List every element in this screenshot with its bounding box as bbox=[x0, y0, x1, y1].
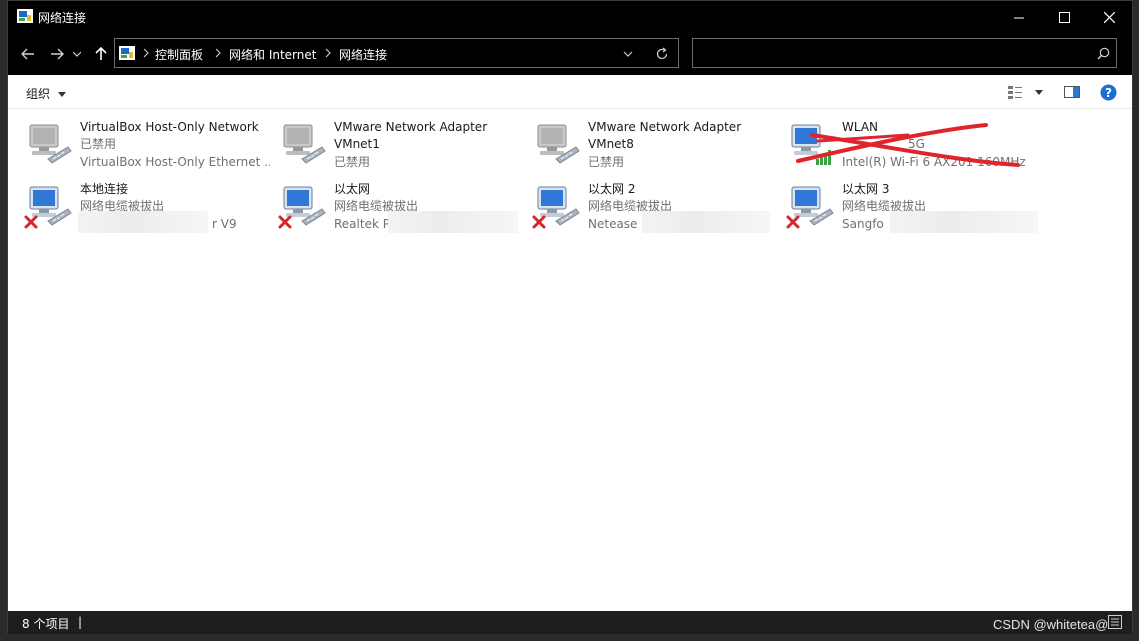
title-bar[interactable]: 网络连接 bbox=[8, 1, 1132, 33]
view-options-caret-icon[interactable] bbox=[1035, 90, 1043, 95]
connection-status: 已禁用 bbox=[80, 137, 117, 151]
maximize-icon bbox=[1058, 11, 1070, 23]
control-panel-icon bbox=[119, 46, 135, 60]
arrow-left-icon bbox=[21, 48, 34, 60]
arrow-up-icon bbox=[95, 47, 107, 60]
connection-wlan[interactable]: WLAN 5G Intel(R) Wi-Fi 6 AX201 160MHz bbox=[778, 117, 1038, 175]
minimize-icon bbox=[1013, 17, 1024, 18]
connection-virtualbox[interactable]: VirtualBox Host-Only Network 已禁用 Virtual… bbox=[16, 117, 270, 175]
network-adapter-disabled-icon bbox=[537, 124, 580, 164]
connection-status: 已禁用 bbox=[588, 155, 625, 169]
connection-name-line2: VMnet8 bbox=[588, 137, 634, 151]
connection-status: 已禁用 bbox=[334, 155, 371, 169]
connection-ethernet[interactable]: 以太网 网络电缆被拔出 Realtek P bbox=[270, 179, 520, 237]
connection-device: VirtualBox Host-Only Ethernet ... bbox=[80, 155, 270, 169]
address-dropdown-icon[interactable] bbox=[623, 51, 633, 58]
status-separator: | bbox=[78, 615, 83, 629]
change-view-icon[interactable] bbox=[1008, 85, 1024, 99]
watermark: CSDN @whitetea@ bbox=[993, 617, 1109, 632]
breadcrumb-network-connections[interactable]: 网络连接 bbox=[339, 46, 387, 63]
redaction-blur bbox=[388, 211, 518, 233]
connection-name: 以太网 2 bbox=[588, 182, 636, 196]
connection-name: 以太网 bbox=[334, 182, 371, 196]
connection-name-line2: VMnet1 bbox=[334, 137, 380, 151]
address-bar[interactable]: 控制面板 网络和 Internet 网络连接 bbox=[114, 38, 679, 68]
search-input[interactable] bbox=[699, 43, 1079, 63]
breadcrumb-control-panel[interactable]: 控制面板 bbox=[155, 46, 203, 63]
item-count: 8 个项目 bbox=[22, 617, 70, 631]
redaction-blur bbox=[890, 211, 1038, 233]
connection-ethernet-3[interactable]: 以太网 3 网络电缆被拔出 Sangfo bbox=[778, 179, 1038, 237]
forward-button[interactable] bbox=[46, 43, 68, 65]
network-adapter-unplugged-icon bbox=[532, 186, 580, 229]
refresh-icon[interactable] bbox=[655, 47, 669, 61]
network-adapter-disabled-icon bbox=[283, 124, 326, 164]
search-box[interactable] bbox=[692, 38, 1117, 68]
connections-list: VirtualBox Host-Only Network 已禁用 Virtual… bbox=[8, 109, 1132, 609]
caret-down-icon bbox=[57, 92, 66, 97]
search-icon bbox=[1097, 47, 1110, 60]
connection-name: VMware Network Adapter bbox=[334, 120, 488, 134]
connection-device: Realtek P bbox=[334, 217, 390, 231]
network-connections-app-icon bbox=[17, 9, 33, 23]
close-icon bbox=[1103, 11, 1115, 23]
minimize-button[interactable] bbox=[996, 1, 1042, 33]
connection-vmnet8[interactable]: VMware Network Adapter VMnet8 已禁用 bbox=[524, 117, 774, 175]
organize-label: 组织 bbox=[26, 87, 51, 101]
redaction-blur bbox=[642, 211, 770, 233]
network-adapter-unplugged-icon bbox=[24, 186, 72, 229]
status-bar: 8 个项目 | bbox=[8, 611, 1132, 634]
command-bar: 组织 ? bbox=[8, 75, 1132, 109]
chevron-right-icon bbox=[143, 48, 149, 58]
connection-name: 以太网 3 bbox=[842, 182, 890, 196]
connection-device: r V9 bbox=[212, 217, 237, 231]
network-adapter-disabled-icon bbox=[29, 124, 72, 164]
connection-name: VirtualBox Host-Only Network bbox=[80, 120, 259, 134]
network-adapter-unplugged-icon bbox=[278, 186, 326, 229]
back-button[interactable] bbox=[17, 43, 39, 65]
connection-ethernet-2[interactable]: 以太网 2 网络电缆被拔出 Netease bbox=[524, 179, 774, 237]
connection-vmnet1[interactable]: VMware Network Adapter VMnet1 已禁用 bbox=[270, 117, 520, 175]
svg-text:?: ? bbox=[1105, 86, 1112, 100]
window-title: 网络连接 bbox=[38, 11, 87, 25]
connection-device: Sangfo bbox=[842, 217, 884, 231]
chevron-down-icon bbox=[73, 51, 81, 57]
up-button[interactable] bbox=[90, 43, 112, 65]
help-icon[interactable]: ? bbox=[1100, 84, 1117, 101]
explorer-window: 网络连接 控制面板 网络和 Internet 网络连接 组织 ? Virtual… bbox=[7, 0, 1133, 634]
connection-name: VMware Network Adapter bbox=[588, 120, 742, 134]
organize-menu-button[interactable]: 组织 bbox=[26, 85, 66, 102]
connection-device: Netease bbox=[588, 217, 638, 231]
red-scribble-annotation bbox=[796, 123, 1020, 167]
arrow-right-icon bbox=[51, 48, 64, 60]
navigation-bar: 控制面板 网络和 Internet 网络连接 bbox=[8, 33, 1132, 75]
close-button[interactable] bbox=[1086, 1, 1132, 33]
breadcrumb-network-internet[interactable]: 网络和 Internet bbox=[229, 46, 316, 63]
chevron-right-icon bbox=[325, 48, 331, 58]
maximize-button[interactable] bbox=[1041, 1, 1087, 33]
details-view-icon[interactable] bbox=[1108, 615, 1122, 629]
network-adapter-unplugged-icon bbox=[786, 186, 834, 229]
connection-local[interactable]: 本地连接 网络电缆被拔出 r V9 bbox=[16, 179, 266, 237]
recent-locations-button[interactable] bbox=[70, 43, 84, 65]
chevron-right-icon bbox=[215, 48, 221, 58]
redaction-blur bbox=[78, 211, 208, 233]
connection-name: 本地连接 bbox=[80, 182, 129, 196]
preview-pane-icon[interactable] bbox=[1064, 85, 1080, 99]
